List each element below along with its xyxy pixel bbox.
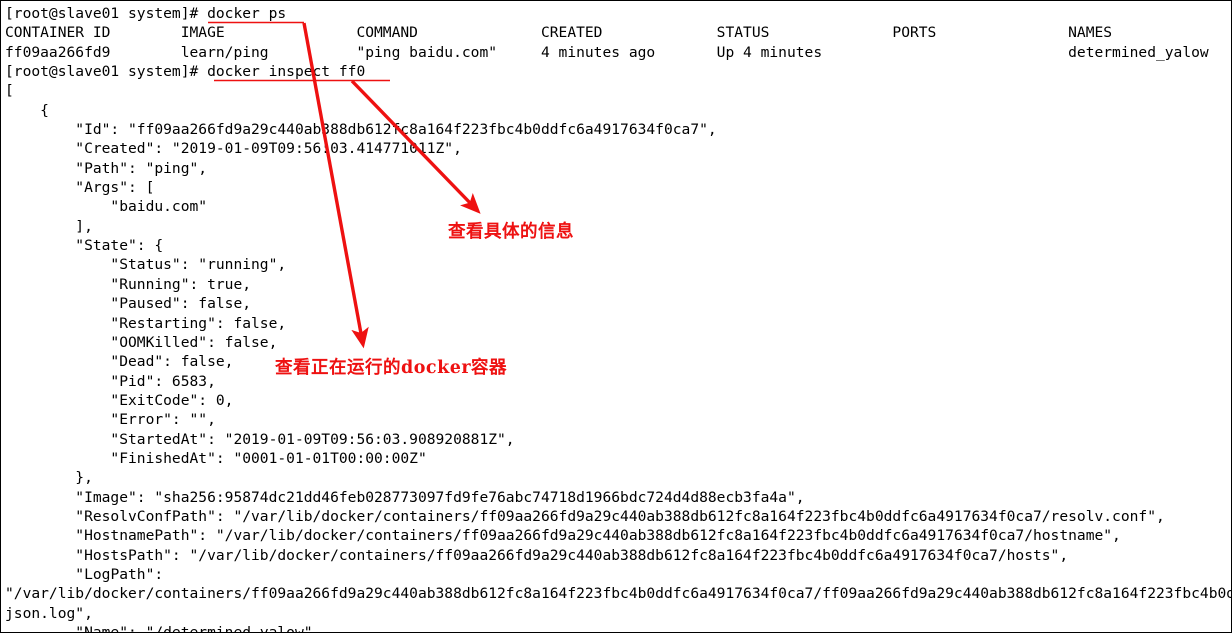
inspect-line-9: "Status": "running", <box>5 256 287 274</box>
inspect-line-7: ], <box>5 217 93 235</box>
terminal-screenshot: [root@slave01 system]# docker ps CONTAIN… <box>0 0 1232 633</box>
inspect-line-13: "OOMKilled": false, <box>5 333 278 351</box>
inspect-line-21: "Image": "sha256:95874dc21dd46feb0287730… <box>5 488 805 506</box>
inspect-line-19: "FinishedAt": "0001-01-01T00:00:00Z" <box>5 449 427 467</box>
inspect-line-26: "Name": "/determined_yalow", <box>5 624 322 633</box>
terminal-output[interactable]: [root@slave01 system]# docker ps CONTAIN… <box>1 1 1231 633</box>
inspect-line-1: { <box>5 101 49 119</box>
inspect-line-10: "Running": true, <box>5 275 252 293</box>
inspect-line-18: "StartedAt": "2019-01-09T09:56:03.908920… <box>5 430 515 448</box>
inspect-line-15: "Pid": 6583, <box>5 372 216 390</box>
inspect-line-17: "Error": "", <box>5 411 216 429</box>
inspect-line-3: "Created": "2019-01-09T09:56:03.41477101… <box>5 140 462 158</box>
docker-ps-table-header: CONTAINER ID IMAGE COMMAND CREATED STATU… <box>5 24 1113 42</box>
inspect-line-12: "Restarting": false, <box>5 314 287 332</box>
inspect-line-5: "Args": [ <box>5 179 155 197</box>
docker-ps-table-row: ff09aa266fd9 learn/ping "ping baidu.com"… <box>5 43 1209 61</box>
inspect-line-2: "Id": "ff09aa266fd9a29c440ab388db612fc8a… <box>5 121 717 139</box>
annotation-label-inspect-info: 查看具体的信息 <box>448 222 574 242</box>
inspect-line-0: [ <box>5 82 14 100</box>
inspect-line-11: "Paused": false, <box>5 295 252 313</box>
inspect-line-25: "LogPath": "/var/lib/docker/containers/f… <box>5 565 1231 622</box>
inspect-line-8: "State": { <box>5 237 164 255</box>
inspect-line-16: "ExitCode": 0, <box>5 391 234 409</box>
inspect-line-4: "Path": "ping", <box>5 159 208 177</box>
shell-prompt-line-2: [root@slave01 system]# docker inspect ff… <box>5 63 366 81</box>
annotation-label-running-containers: 查看正在运行的docker容器 <box>275 358 508 378</box>
shell-prompt-line-1: [root@slave01 system]# docker ps <box>5 5 287 22</box>
inspect-line-23: "HostnamePath": "/var/lib/docker/contain… <box>5 527 1121 545</box>
inspect-line-20: }, <box>5 469 93 487</box>
inspect-line-24: "HostsPath": "/var/lib/docker/containers… <box>5 546 1069 564</box>
inspect-line-14: "Dead": false, <box>5 353 234 371</box>
inspect-line-6: "baidu.com" <box>5 198 208 216</box>
inspect-line-22: "ResolvConfPath": "/var/lib/docker/conta… <box>5 507 1165 525</box>
